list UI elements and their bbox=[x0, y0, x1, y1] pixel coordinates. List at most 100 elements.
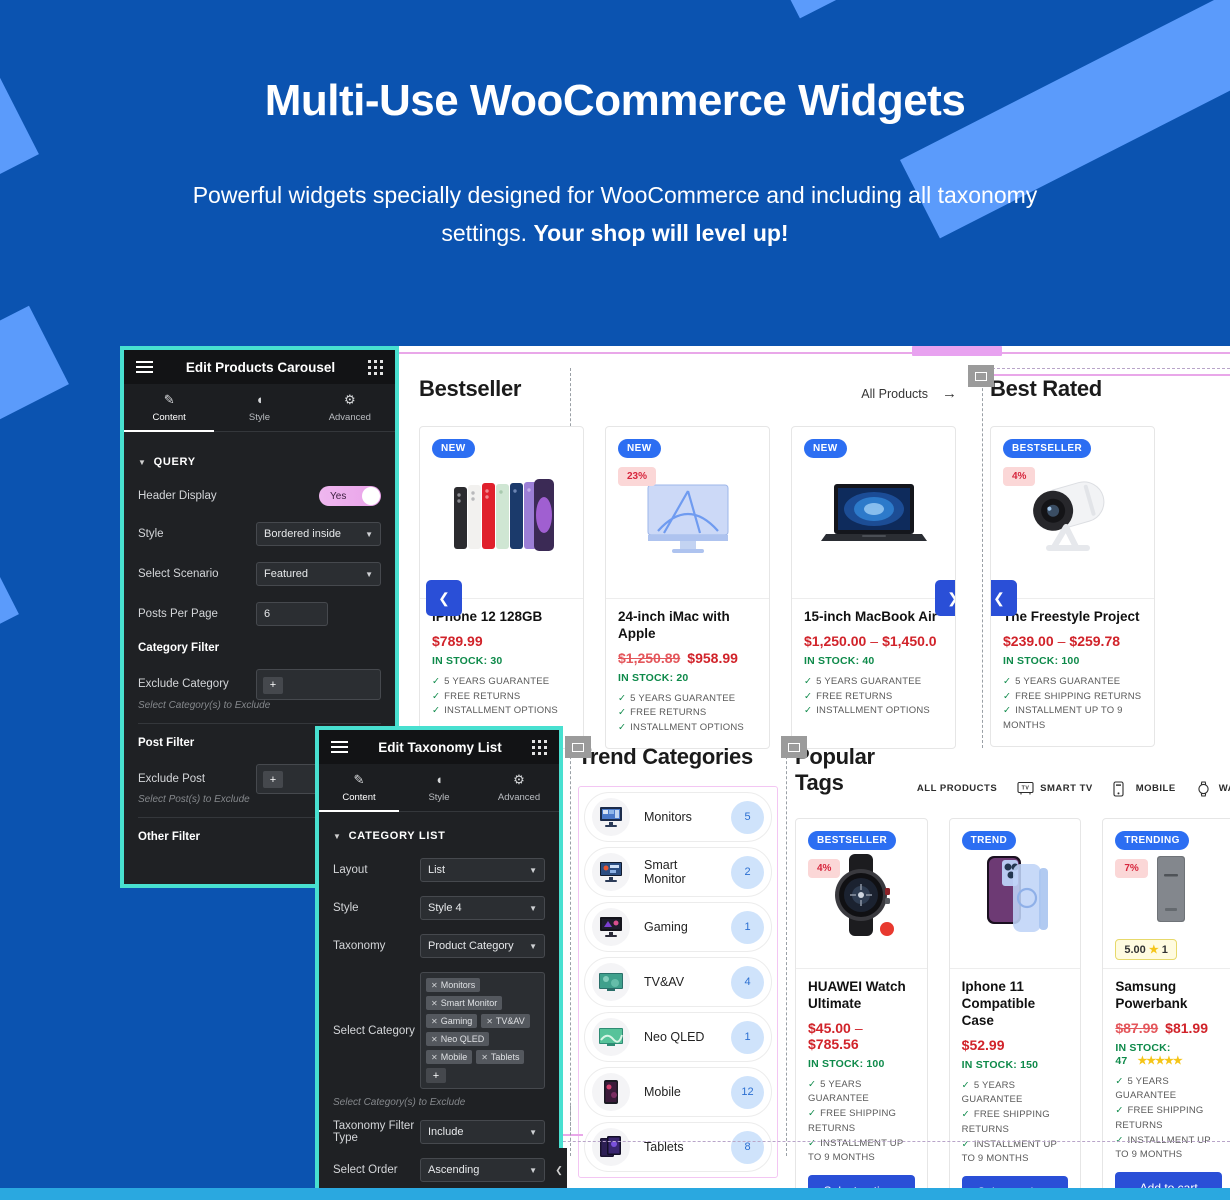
posts-per-page-input[interactable] bbox=[256, 602, 328, 626]
monitor-thumb bbox=[592, 798, 630, 836]
taxonomy-filter-type-select[interactable]: Include ▼ bbox=[420, 1120, 545, 1144]
price-old: $87.99 bbox=[1115, 1019, 1159, 1036]
chevron-down-icon: ▼ bbox=[529, 1127, 537, 1137]
popular-tags-track: BESTSELLER 4% HUAWEI Watch Ultimate $45.… bbox=[795, 818, 1230, 1200]
grid-apps-icon[interactable] bbox=[531, 739, 547, 755]
list-item[interactable]: Mobile 12 bbox=[584, 1067, 772, 1117]
grid-apps-icon[interactable] bbox=[368, 359, 383, 375]
trend-categories-widget: Trend Categories Monitors 5 Smart Monito… bbox=[578, 744, 778, 1178]
feature-item: FREE SHIPPING RETURNS bbox=[808, 1107, 915, 1136]
remove-icon[interactable]: ✕ bbox=[486, 1017, 493, 1026]
list-item[interactable]: Tablets 8 bbox=[584, 1122, 772, 1172]
category-tag[interactable]: ✕ Neo QLED bbox=[426, 1032, 490, 1046]
field-label: Taxonomy bbox=[333, 940, 386, 952]
list-item[interactable]: Smart Monitor 2 bbox=[584, 847, 772, 897]
section-handle-best-rated[interactable] bbox=[968, 365, 994, 387]
remove-icon[interactable]: ✕ bbox=[481, 1053, 488, 1062]
all-products-link[interactable]: All Products → bbox=[861, 385, 957, 402]
product-card[interactable]: BESTSELLER 4% bbox=[795, 818, 928, 1200]
scenario-select[interactable]: Featured ▼ bbox=[256, 562, 381, 586]
product-card[interactable]: TREND Iphone 11 Compatible Case $52.99 I… bbox=[948, 818, 1082, 1200]
tab-content[interactable]: ✎ Content bbox=[319, 764, 399, 812]
price-dash: – bbox=[854, 1019, 863, 1036]
bottom-divider-vertical bbox=[570, 1106, 571, 1146]
remove-icon[interactable]: ✕ bbox=[431, 999, 438, 1008]
select-order-select[interactable]: Ascending ▼ bbox=[420, 1158, 545, 1182]
carousel-next-button[interactable]: ❯ bbox=[935, 580, 955, 616]
field-label: Exclude Category bbox=[138, 678, 229, 691]
tab-style[interactable]: ◖ Style bbox=[399, 764, 479, 811]
panel-collapse-toggle[interactable]: ❮ bbox=[551, 1148, 567, 1192]
list-item[interactable]: Monitors 5 bbox=[584, 792, 772, 842]
hamburger-icon[interactable] bbox=[331, 738, 348, 756]
taxonomy-select[interactable]: Product Category ▼ bbox=[420, 934, 545, 958]
tab-advanced[interactable]: ⚙ Advanced bbox=[479, 764, 559, 811]
category-count: 1 bbox=[731, 910, 764, 944]
product-stock: IN STOCK: 20 bbox=[618, 671, 689, 684]
contrast-circle-icon: ◖ bbox=[435, 772, 443, 787]
nav-label: WA bbox=[1218, 783, 1230, 794]
chevron-down-icon: ▼ bbox=[529, 941, 537, 951]
product-info: 15-inch MacBook Air $1,250.00– $1,450.0 I… bbox=[792, 599, 955, 731]
section-handle-popular-tags[interactable] bbox=[781, 736, 807, 758]
product-card[interactable]: NEW 23% 24-inch iMac with Apple $1,250.8… bbox=[605, 426, 770, 749]
tab-style[interactable]: ◖ Style bbox=[214, 384, 304, 431]
nav-item-all-products[interactable]: ALL PRODUCTS bbox=[917, 783, 997, 794]
section-query[interactable]: ▼ QUERY bbox=[138, 456, 381, 468]
popular-tags-header: Popular Tags ALL PRODUCTS TV SMART TV MO… bbox=[795, 744, 1230, 797]
remove-icon[interactable]: ✕ bbox=[431, 1017, 438, 1026]
plus-icon[interactable]: + bbox=[263, 676, 283, 694]
product-card[interactable]: TRENDING 7% 5.00 ★ 1 Samsung Powerbank $… bbox=[1102, 818, 1230, 1200]
section-handle-trend-categories[interactable] bbox=[565, 736, 591, 758]
hamburger-icon[interactable] bbox=[136, 358, 153, 376]
add-category-button[interactable]: + bbox=[426, 1068, 446, 1083]
tab-advanced[interactable]: ⚙ Advanced bbox=[305, 384, 395, 431]
carousel-prev-button[interactable]: ❮ bbox=[426, 580, 462, 616]
style-select[interactable]: Style 4 ▼ bbox=[420, 896, 545, 920]
nav-item-watch[interactable]: WA bbox=[1196, 781, 1230, 797]
layout-select[interactable]: List ▼ bbox=[420, 858, 545, 882]
header-display-toggle[interactable]: Yes bbox=[319, 486, 381, 506]
star-icon: ★ bbox=[1148, 944, 1159, 956]
plus-icon[interactable]: + bbox=[263, 771, 283, 788]
product-media: NEW bbox=[420, 427, 583, 616]
price-current: $45.00 bbox=[808, 1019, 851, 1036]
discount-badge: 4% bbox=[808, 859, 841, 878]
select-category-tags[interactable]: ✕ Monitors ✕ Smart Monitor ✕ Gaming ✕ TV&AV … bbox=[420, 972, 545, 1089]
category-tag[interactable]: ✕ Gaming bbox=[426, 1014, 478, 1028]
product-card[interactable]: NEW bbox=[419, 426, 584, 749]
product-card[interactable]: NEW bbox=[791, 426, 956, 749]
feature-item: INSTALLMENT UP TO 9 MONTHS bbox=[1003, 704, 1142, 733]
product-badge: NEW bbox=[804, 439, 847, 458]
price-current: $52.99 bbox=[961, 1036, 1005, 1053]
nav-item-mobile[interactable]: MOBILE bbox=[1113, 781, 1176, 797]
category-tag[interactable]: ✕ Smart Monitor bbox=[426, 996, 503, 1010]
section-label: CATEGORY LIST bbox=[348, 830, 446, 842]
category-tag[interactable]: ✕ Mobile bbox=[426, 1050, 473, 1064]
list-item[interactable]: TV&AV 4 bbox=[584, 957, 772, 1007]
feature-item: 5 YEARS GUARANTEE bbox=[1003, 675, 1142, 690]
product-stock: IN STOCK: 47 ★★★★★ bbox=[1115, 1042, 1222, 1067]
best-rated-prev-button[interactable]: ❮ bbox=[991, 580, 1017, 616]
category-tag[interactable]: ✕ TV&AV bbox=[481, 1014, 530, 1028]
remove-icon[interactable]: ✕ bbox=[431, 1035, 438, 1044]
list-item[interactable]: Gaming 1 bbox=[584, 902, 772, 952]
remove-icon[interactable]: ✕ bbox=[431, 981, 438, 990]
subtitle-emphasis: Your shop will level up! bbox=[533, 219, 789, 246]
list-item[interactable]: Neo QLED 1 bbox=[584, 1012, 772, 1062]
category-tag[interactable]: ✕ Tablets bbox=[476, 1050, 525, 1064]
tab-content[interactable]: ✎ Content bbox=[124, 384, 215, 432]
product-price: $1,250.00– $1,450.0 bbox=[804, 633, 943, 649]
section-category-list[interactable]: ▼ CATEGORY LIST bbox=[333, 830, 545, 842]
style-select[interactable]: Bordered inside ▼ bbox=[256, 522, 381, 546]
product-info: 24-inch iMac with Apple $1,250.89 $958.99… bbox=[606, 599, 769, 748]
remove-icon[interactable]: ✕ bbox=[431, 1053, 438, 1062]
nav-item-smart-tv[interactable]: TV SMART TV bbox=[1017, 781, 1093, 796]
product-card[interactable]: BESTSELLER 4% bbox=[990, 426, 1155, 747]
chevron-right-icon: ❯ bbox=[947, 590, 955, 607]
exclude-category-input[interactable]: + bbox=[256, 669, 381, 700]
category-count: 2 bbox=[731, 855, 764, 889]
category-tag[interactable]: ✕ Monitors bbox=[426, 978, 481, 992]
product-name: Samsung Powerbank bbox=[1115, 979, 1188, 1011]
feature-item: INSTALLMENT OPTIONS bbox=[432, 704, 571, 719]
